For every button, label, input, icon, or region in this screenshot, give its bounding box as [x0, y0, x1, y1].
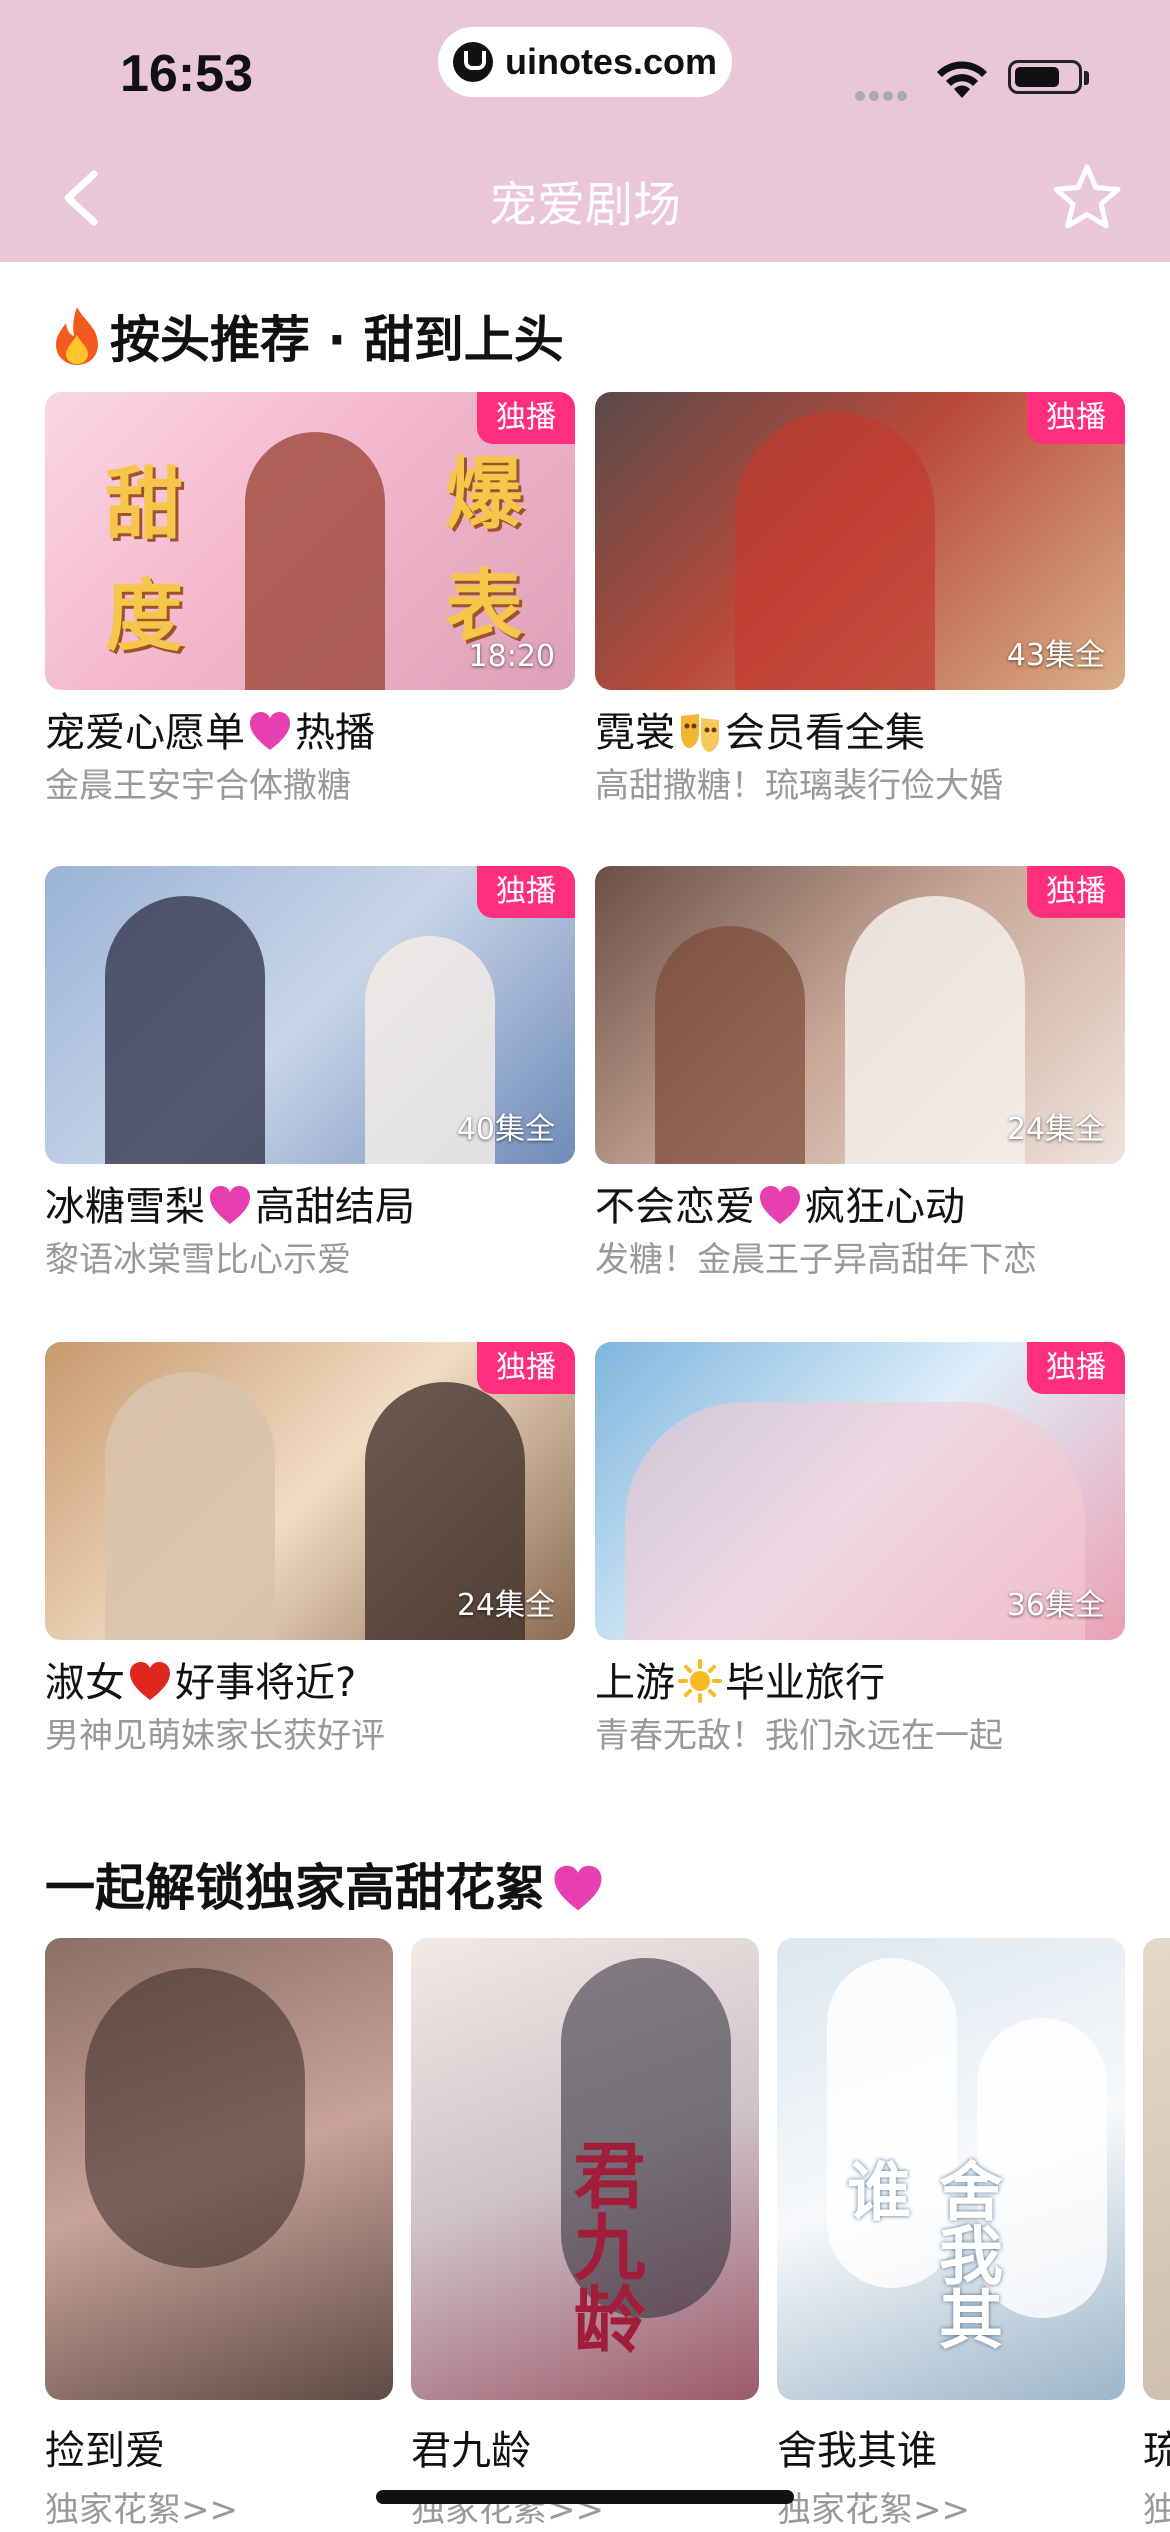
site-logo-icon: [452, 42, 493, 82]
battery-icon: [1008, 60, 1082, 94]
home-indicator: [376, 2490, 794, 2504]
person-figure: [655, 926, 805, 1164]
duration-label: 40集全: [456, 1112, 555, 1147]
header: 16:53 uinotes.com 宠爱剧场: [0, 0, 1170, 262]
title-part-b: 会员看全集: [725, 710, 925, 756]
person-figure: [735, 412, 935, 690]
drama-thumbnail[interactable]: 独播 24集全: [45, 1342, 575, 1640]
poster-subtitle[interactable]: 独家花絮>>: [45, 2482, 393, 2531]
drama-title: 冰糖雪梨 高甜结局: [45, 1182, 575, 1232]
title-part-a: 霓裳: [595, 710, 675, 756]
person-figure: [105, 1372, 275, 1640]
drama-title: 淑女 好事将近?: [45, 1658, 575, 1708]
drama-subtitle: 发糖！金晨王子异高甜年下恋: [595, 1240, 1037, 1280]
title-part-a: 淑女: [45, 1660, 125, 1706]
page-title: 宠爱剧场: [488, 177, 681, 233]
drama-poster[interactable]: [1143, 1938, 1170, 2400]
drama-title: 霓裳 会员看全集: [595, 708, 1125, 758]
heart-icon: [210, 1186, 250, 1224]
exclusive-badge: 独播: [477, 392, 575, 444]
title-part-b: 热播: [295, 710, 375, 756]
drama-thumbnail[interactable]: 独播 40集全: [45, 866, 575, 1164]
poster-calligraphy: 舍我其谁: [836, 2158, 1002, 2350]
exclusive-badge: 独播: [477, 1342, 575, 1394]
drama-card-2[interactable]: 独播 43集全 霓裳 会员看全集 高甜撒糖！琉璃裴行俭大婚: [595, 392, 1125, 808]
title-part-a: 不会恋爱: [595, 1184, 755, 1230]
title-part-a: 冰糖雪梨: [45, 1184, 205, 1230]
drama-thumbnail[interactable]: 甜度 爆表 独播 18:20: [45, 392, 575, 690]
person-figure: [845, 896, 1025, 1164]
status-time: 16:53: [120, 45, 253, 103]
drama-subtitle: 黎语冰棠雪比心示爱: [45, 1240, 351, 1280]
title-part-b: 高甜结局: [255, 1184, 415, 1230]
drama-poster[interactable]: [45, 1938, 393, 2400]
drama-subtitle: 青春无敌！我们永远在一起: [595, 1716, 1003, 1756]
poster-calligraphy: 君九龄: [561, 2138, 645, 2354]
red-heart-icon: [130, 1662, 170, 1700]
poster-card-3[interactable]: 舍我其谁 舍我其谁 独家花絮>>: [777, 1938, 1125, 2531]
wifi-icon: [937, 61, 987, 98]
poster-card-2[interactable]: 君九龄 君九龄 独家花絮>>: [411, 1938, 759, 2531]
drama-thumbnail[interactable]: 独播 24集全: [595, 866, 1125, 1164]
title-part-b: 好事将近?: [175, 1660, 357, 1706]
drama-card-4[interactable]: 独播 24集全 不会恋爱 疯狂心动 发糖！金晨王子异高甜年下恋: [595, 866, 1125, 1282]
drama-thumbnail[interactable]: 独播 36集全: [595, 1342, 1125, 1640]
signal-icon: [855, 86, 913, 101]
url-text: uinotes.com: [504, 41, 718, 82]
poster-card-1[interactable]: 捡到爱 独家花絮>>: [45, 1938, 393, 2531]
deco-text-right: 爆表: [445, 450, 524, 652]
section-title-text: 一起解锁独家高甜花絮: [45, 1859, 545, 1917]
heart-icon: [760, 1186, 800, 1224]
drama-title: 不会恋爱 疯狂心动: [595, 1182, 1125, 1232]
heart-icon: [554, 1865, 602, 1911]
title-part-a: 宠爱心愿单: [45, 710, 245, 756]
drama-thumbnail[interactable]: 独播 43集全: [595, 392, 1125, 690]
mask-icon: [681, 714, 719, 752]
drama-subtitle: 高甜撒糖！琉璃裴行俭大婚: [595, 766, 1003, 806]
section-title-extras: 一起解锁独家高甜花絮: [45, 1848, 605, 1920]
drama-subtitle: 男神见萌妹家长获好评: [45, 1716, 385, 1756]
duration-label: 24集全: [456, 1588, 555, 1623]
url-pill[interactable]: uinotes.com: [438, 27, 732, 97]
duration-label: 18:20: [468, 639, 555, 674]
star-icon[interactable]: [1052, 162, 1122, 232]
section-title-recommend: 按头推荐 · 甜到上头: [50, 300, 564, 372]
person-figure: [105, 896, 265, 1164]
drama-poster[interactable]: 君九龄: [411, 1938, 759, 2400]
duration-label: 43集全: [1006, 638, 1105, 673]
drama-card-5[interactable]: 独播 24集全 淑女 好事将近? 男神见萌妹家长获好评: [45, 1342, 575, 1758]
title-part-b: 毕业旅行: [725, 1660, 885, 1706]
duration-label: 36集全: [1006, 1588, 1105, 1623]
fire-icon: [56, 307, 98, 365]
exclusive-badge: 独播: [1027, 866, 1125, 918]
person-figure: [245, 432, 385, 690]
sun-icon: [678, 1659, 722, 1703]
drama-subtitle: 金晨王安宇合体撒糖: [45, 766, 351, 806]
deco-text-left: 甜度: [105, 460, 184, 662]
poster-title: 君九龄: [411, 2428, 531, 2474]
poster-card-4[interactable]: 琉 独: [1143, 1938, 1170, 2531]
drama-card-6[interactable]: 独播 36集全 上游 毕业旅行 青春无敌！我们永远在一起: [595, 1342, 1125, 1758]
drama-title: 上游 毕业旅行: [595, 1658, 1125, 1708]
duration-label: 24集全: [1006, 1112, 1105, 1147]
person-figure: [85, 1968, 305, 2268]
title-part-a: 上游: [595, 1660, 675, 1706]
drama-card-1[interactable]: 甜度 爆表 独播 18:20 宠爱心愿单 热播 金晨王安宇合体撒糖: [45, 392, 575, 808]
poster-title: 捡到爱: [45, 2428, 165, 2474]
exclusive-badge: 独播: [477, 866, 575, 918]
exclusive-badge: 独播: [1027, 1342, 1125, 1394]
poster-title: 琉: [1143, 2428, 1170, 2474]
poster-title: 舍我其谁: [777, 2428, 937, 2474]
drama-poster[interactable]: 舍我其谁: [777, 1938, 1125, 2400]
battery-tip: [1084, 71, 1089, 85]
drama-title: 宠爱心愿单 热播: [45, 708, 575, 758]
exclusive-badge: 独播: [1027, 392, 1125, 444]
drama-card-3[interactable]: 独播 40集全 冰糖雪梨 高甜结局 黎语冰棠雪比心示爱: [45, 866, 575, 1282]
heart-icon: [250, 712, 290, 750]
poster-subtitle[interactable]: 独家花絮>>: [777, 2482, 1125, 2531]
section-title-text: 按头推荐 · 甜到上头: [110, 311, 564, 369]
title-part-b: 疯狂心动: [805, 1184, 965, 1230]
poster-subtitle[interactable]: 独: [1143, 2482, 1170, 2531]
